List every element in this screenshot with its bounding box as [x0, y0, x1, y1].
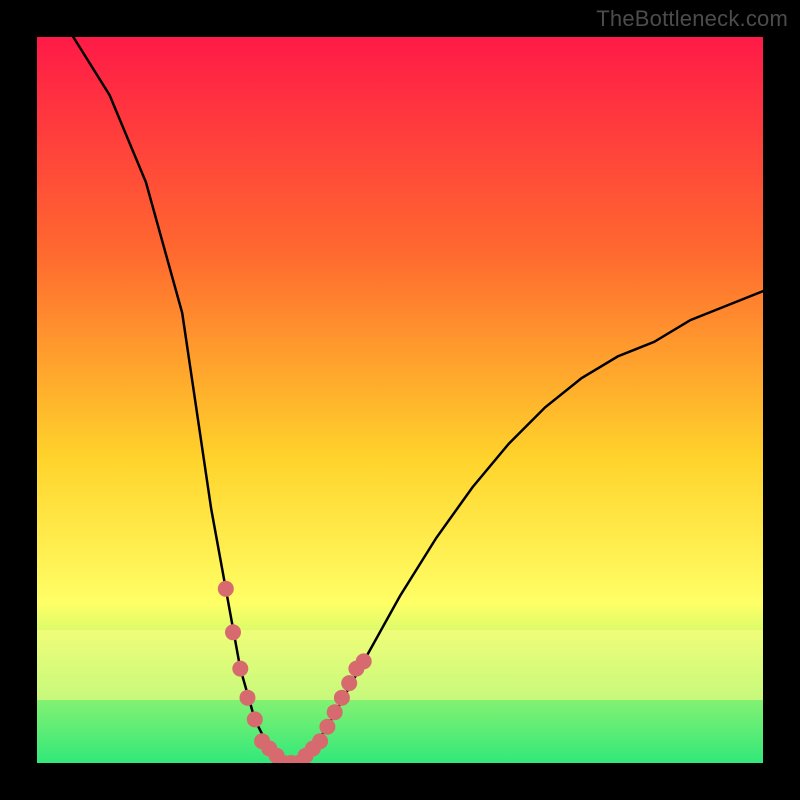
marker-dot: [312, 733, 328, 749]
marker-dot: [225, 624, 241, 640]
marker-dot: [334, 690, 350, 706]
marker-dot: [341, 675, 357, 691]
marker-dot: [240, 690, 256, 706]
marker-dot: [319, 719, 335, 735]
marker-dot: [356, 653, 372, 669]
watermark-text: TheBottleneck.com: [596, 6, 788, 32]
marker-dot: [327, 704, 343, 720]
highlight-band: [37, 630, 763, 700]
chart-svg: [0, 0, 800, 800]
chart-stage: TheBottleneck.com: [0, 0, 800, 800]
marker-dot: [247, 711, 263, 727]
marker-dot: [218, 581, 234, 597]
marker-dot: [232, 661, 248, 677]
